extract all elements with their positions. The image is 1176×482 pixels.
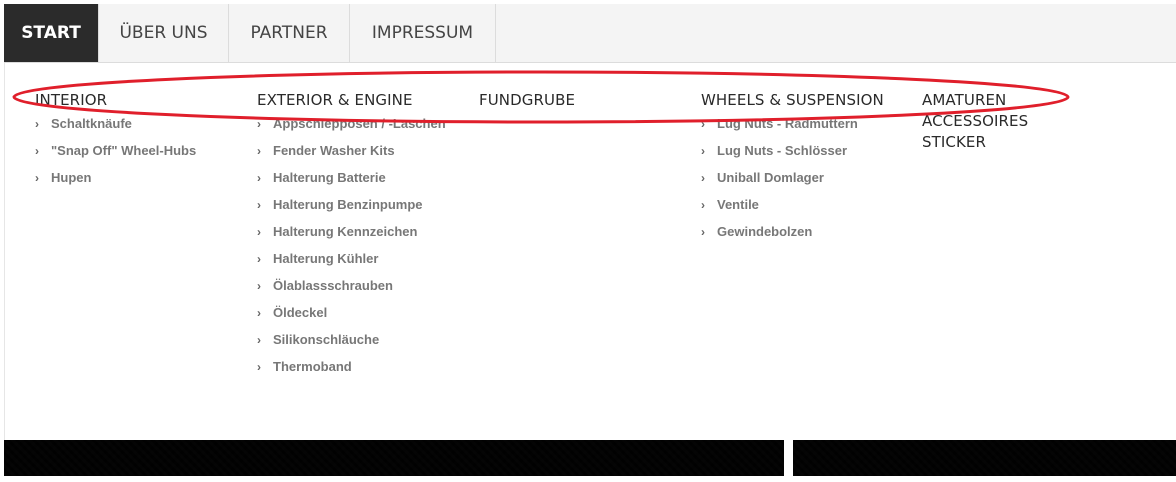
main-nav: START ÜBER UNS PARTNER IMPRESSUM — [4, 4, 1176, 63]
tab-impressum[interactable]: IMPRESSUM — [350, 4, 496, 62]
menu-heading-exterior[interactable]: EXTERIOR & ENGINE — [257, 90, 446, 110]
chevron-right-icon: › — [257, 279, 261, 293]
menu-item[interactable]: › Ventile — [701, 197, 884, 227]
menu-item[interactable]: › Halterung Kühler — [257, 251, 446, 281]
menu-item-label: Thermoband — [273, 359, 352, 374]
chevron-right-icon: › — [257, 333, 261, 347]
menu-heading-sticker[interactable]: STICKER — [922, 132, 1028, 153]
menu-item-label: Halterung Kennzeichen — [273, 224, 418, 239]
menu-heading-fundgrube[interactable]: FUNDGRUBE — [479, 90, 575, 110]
menu-item-label: Ölablassschrauben — [273, 278, 393, 293]
chevron-right-icon: › — [701, 144, 705, 158]
chevron-right-icon: › — [701, 225, 705, 239]
chevron-right-icon: › — [257, 198, 261, 212]
menu-item-label: Fender Washer Kits — [273, 143, 395, 158]
menu-item[interactable]: › Halterung Kennzeichen — [257, 224, 446, 254]
menu-list-interior: › Schaltknäufe › "Snap Off" Wheel-Hubs › Hu… — [35, 116, 197, 200]
chevron-right-icon: › — [701, 198, 705, 212]
menu-heading-wheels[interactable]: WHEELS & SUSPENSION — [701, 90, 884, 110]
mega-menu: INTERIOR › Schaltknäufe › "Snap Off" Wheel… — [4, 63, 1176, 440]
menu-item-label: Halterung Batterie — [273, 170, 386, 185]
menu-item-label: Appschleppösen / -Laschen — [273, 116, 446, 131]
chevron-right-icon: › — [257, 225, 261, 239]
menu-item[interactable]: › Fender Washer Kits — [257, 143, 446, 173]
chevron-right-icon: › — [257, 144, 261, 158]
chevron-right-icon: › — [257, 171, 261, 185]
carbon-banner-right — [793, 440, 1176, 476]
menu-item-label: Halterung Benzinpumpe — [273, 197, 423, 212]
menu-item[interactable]: › Öldeckel — [257, 305, 446, 335]
chevron-right-icon: › — [257, 252, 261, 266]
chevron-right-icon: › — [35, 117, 39, 131]
menu-item[interactable]: › Uniball Domlager — [701, 170, 884, 200]
menu-item[interactable]: › Lug Nuts - Schlösser — [701, 143, 884, 173]
carbon-banner-left — [4, 440, 784, 476]
menu-item[interactable]: › Gewindebolzen — [701, 224, 884, 254]
menu-item[interactable]: › Schaltknäufe — [35, 116, 196, 146]
menu-item-label: Halterung Kühler — [273, 251, 379, 266]
menu-column-exterior: EXTERIOR & ENGINE › Appschleppösen / -Las… — [257, 90, 446, 389]
menu-item[interactable]: › Appschleppösen / -Laschen — [257, 116, 446, 146]
menu-column-interior: INTERIOR › Schaltknäufe › "Snap Off" Wheel… — [35, 90, 196, 200]
menu-column-fundgrube: FUNDGRUBE — [479, 90, 575, 110]
menu-item[interactable]: › Halterung Batterie — [257, 170, 446, 200]
chevron-right-icon: › — [257, 360, 261, 374]
menu-item[interactable]: › "Snap Off" Wheel-Hubs — [35, 143, 197, 173]
menu-item[interactable]: › Ölablassschrauben — [257, 278, 446, 308]
menu-item-label: Lug Nuts - Schlösser — [717, 143, 848, 158]
menu-item[interactable]: › Hupen — [35, 170, 196, 200]
chevron-right-icon: › — [257, 306, 261, 320]
menu-item-label: Ventile — [717, 197, 759, 212]
menu-item-label: Lug Nuts - Radmuttern — [717, 116, 858, 131]
menu-list-wheels: › Lug Nuts - Radmuttern › Lug Nuts - Schlö… — [701, 116, 884, 254]
menu-item-label: "Snap Off" Wheel-Hubs — [51, 143, 197, 158]
chevron-right-icon: › — [257, 117, 261, 131]
menu-heading-amaturen[interactable]: AMATUREN — [922, 90, 1028, 111]
chevron-right-icon: › — [35, 171, 39, 185]
menu-item-label: Uniball Domlager — [717, 170, 824, 185]
menu-heading-interior[interactable]: INTERIOR — [35, 90, 196, 110]
menu-item[interactable]: › Lug Nuts - Radmuttern — [701, 116, 884, 146]
chevron-right-icon: › — [701, 117, 705, 131]
chevron-right-icon: › — [35, 144, 39, 158]
menu-item[interactable]: › Silikonschläuche — [257, 332, 446, 362]
menu-column-extra: AMATUREN ACCESSOIRES STICKER — [922, 90, 1028, 153]
tab-start[interactable]: START — [4, 4, 99, 62]
menu-item-label: Schaltknäufe — [51, 116, 132, 131]
menu-item-label: Silikonschläuche — [273, 332, 380, 347]
tab-ueber-uns[interactable]: ÜBER UNS — [99, 4, 229, 62]
menu-item[interactable]: › Thermoband — [257, 359, 446, 389]
menu-item-label: Hupen — [51, 170, 92, 185]
menu-item[interactable]: › Halterung Benzinpumpe — [257, 197, 446, 227]
tab-partner[interactable]: PARTNER — [229, 4, 350, 62]
menu-item-label: Gewindebolzen — [717, 224, 813, 239]
chevron-right-icon: › — [701, 171, 705, 185]
menu-heading-accessoires[interactable]: ACCESSOIRES — [922, 111, 1028, 132]
menu-item-label: Öldeckel — [273, 305, 328, 320]
menu-list-exterior: › Appschleppösen / -Laschen › Fender Washe… — [257, 116, 446, 389]
menu-column-wheels: WHEELS & SUSPENSION › Lug Nuts - Radmutte… — [701, 90, 884, 254]
